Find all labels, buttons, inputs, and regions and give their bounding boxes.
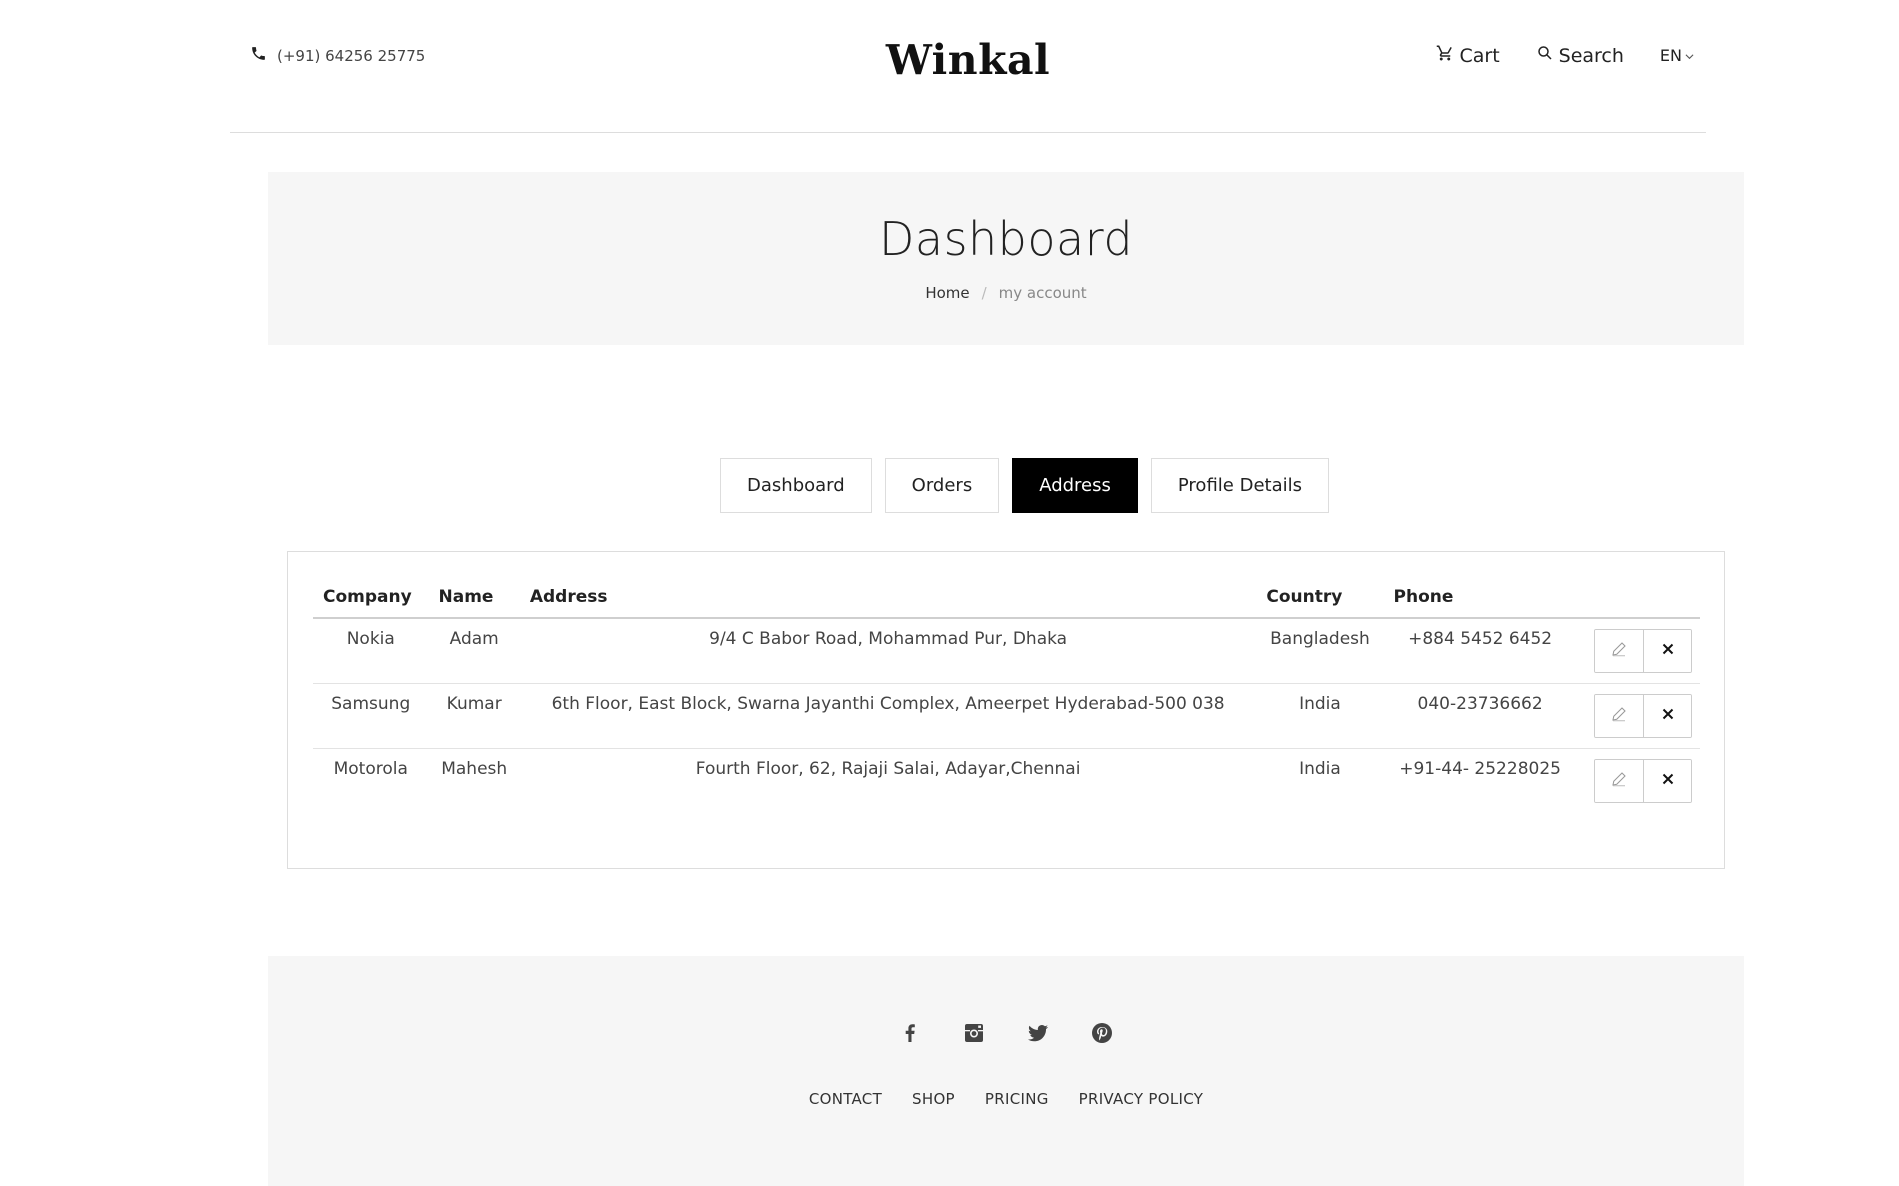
header-actions: Cart Search EN [1436,44,1694,67]
table-row: Motorola Mahesh Fourth Floor, 62, Rajaji… [313,749,1700,814]
social-links [268,1020,1744,1046]
close-icon [1659,705,1677,728]
row-actions [1594,759,1692,803]
row-actions [1594,694,1692,738]
footer-link-contact[interactable]: CONTACT [809,1090,882,1108]
close-icon [1659,640,1677,663]
footer-link-shop[interactable]: SHOP [912,1090,955,1108]
cart-link[interactable]: Cart [1436,44,1500,67]
col-company: Company [313,577,429,619]
table-row: Nokia Adam 9/4 C Babor Road, Mohammad Pu… [313,618,1700,684]
address-panel: Company Name Address Country Phone Nokia… [287,551,1725,869]
delete-button[interactable] [1643,695,1691,737]
cell-country: India [1299,759,1341,779]
tab-dashboard[interactable]: Dashboard [720,458,872,513]
pencil-icon [1610,705,1628,728]
cell-country: Bangladesh [1256,618,1384,684]
col-actions [1576,577,1700,619]
cell-name: Kumar [428,683,520,749]
cell-address: 6th Floor, East Block, Swarna Jayanthi C… [519,683,1257,749]
col-address: Address [519,577,1257,619]
twitter-icon[interactable] [1025,1020,1051,1046]
cell-country: India [1256,683,1384,749]
cell-actions [1576,618,1700,684]
cell-actions [1576,683,1700,749]
cell-phone: 040-23736662 [1383,683,1577,749]
col-name: Name [428,577,520,619]
breadcrumb: Home / my account [268,284,1744,302]
cell-name: Mahesh [441,759,508,779]
delete-button[interactable] [1643,630,1691,672]
chevron-down-icon [1685,46,1694,65]
cell-phone: +91-44- 25228025 [1399,759,1561,779]
delete-button[interactable] [1643,760,1691,802]
account-tabs: Dashboard Orders Address Profile Details [0,458,1899,513]
pinterest-icon[interactable] [1089,1020,1115,1046]
cell-address: 9/4 C Babor Road, Mohammad Pur, Dhaka [519,618,1257,684]
instagram-icon[interactable] [961,1020,987,1046]
facebook-icon[interactable] [897,1020,923,1046]
table-header-row: Company Name Address Country Phone [313,577,1700,619]
breadcrumb-current: my account [998,284,1087,302]
search-link[interactable]: Search [1536,44,1624,67]
table-row: Samsung Kumar 6th Floor, East Block, Swa… [313,683,1700,749]
cell-company: Samsung [313,683,429,749]
breadcrumb-separator: / [981,284,987,302]
footer-link-pricing[interactable]: PRICING [985,1090,1049,1108]
pencil-icon [1610,640,1628,663]
cell-company: Motorola [333,759,408,779]
search-label: Search [1558,44,1624,67]
language-label: EN [1659,46,1682,65]
cell-actions [1577,749,1700,814]
cell-company: Nokia [313,618,429,684]
breadcrumb-home-link[interactable]: Home [925,284,969,302]
col-phone: Phone [1383,577,1577,619]
edit-button[interactable] [1595,695,1643,737]
site-header: (+91) 64256 25775 Winkal Cart Search EN [230,0,1706,133]
cell-name: Adam [428,618,520,684]
site-footer: CONTACT SHOP PRICING PRIVACY POLICY [268,956,1744,1186]
col-country: Country [1256,577,1384,619]
edit-button[interactable] [1595,760,1643,802]
cell-address: Fourth Floor, 62, Rajaji Salai, Adayar,C… [695,759,1081,779]
search-icon [1536,44,1554,67]
cart-label: Cart [1459,44,1500,67]
tab-orders[interactable]: Orders [884,458,1000,513]
footer-link-privacy-policy[interactable]: PRIVACY POLICY [1079,1090,1204,1108]
tab-address[interactable]: Address [1012,458,1138,513]
address-table: Company Name Address Country Phone Nokia… [313,577,1700,813]
cart-icon [1436,44,1454,67]
tab-profile-details[interactable]: Profile Details [1150,458,1329,513]
row-actions [1594,629,1692,673]
language-selector[interactable]: EN [1660,46,1694,65]
cell-phone: +884 5452 6452 [1383,618,1577,684]
page-banner: Dashboard Home / my account [268,172,1744,345]
edit-button[interactable] [1595,630,1643,672]
close-icon [1659,770,1677,793]
page-title: Dashboard [878,212,1134,266]
footer-nav: CONTACT SHOP PRICING PRIVACY POLICY [268,1090,1744,1108]
pencil-icon [1610,770,1628,793]
